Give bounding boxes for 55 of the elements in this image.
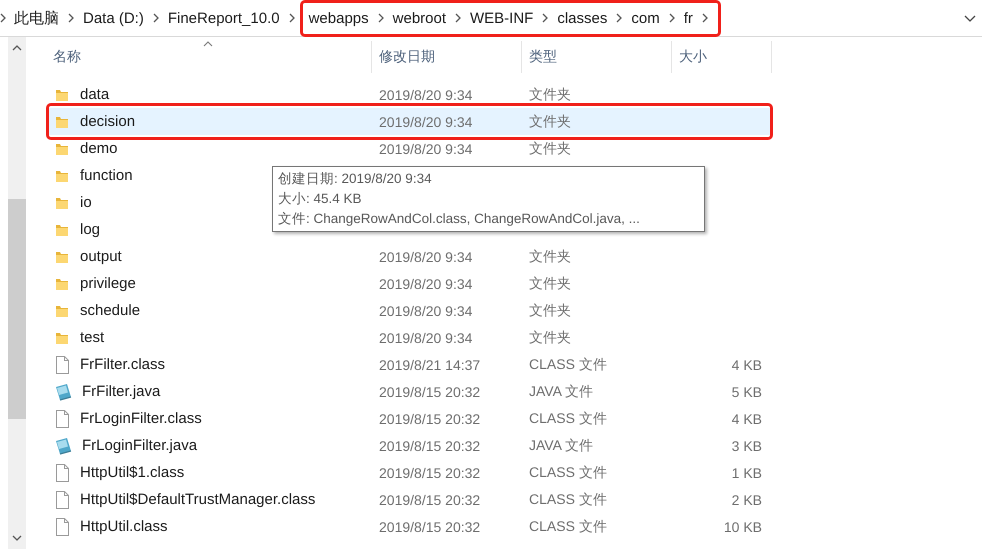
file-type: CLASS 文件: [529, 490, 607, 508]
file-type: 文件夹: [529, 302, 571, 320]
modified-date: 2019/8/20 9:34: [379, 140, 472, 156]
file-name: output: [80, 248, 122, 265]
modified-date: 2019/8/20 9:34: [379, 330, 472, 346]
tooltip-line: 文件: ChangeRowAndCol.class, ChangeRowAndCol.java, ...: [278, 210, 641, 228]
file-type: 文件夹: [529, 248, 571, 266]
file-size: 1 KB: [732, 464, 762, 480]
file-type: 文件夹: [529, 86, 571, 104]
file-name: FrLoginFilter.java: [82, 437, 198, 454]
modified-date: 2019/8/21 14:37: [379, 356, 480, 372]
file-name: FrFilter.java: [82, 383, 160, 400]
file-size: 10 KB: [724, 518, 762, 534]
file-size: 3 KB: [732, 438, 762, 454]
file-type: CLASS 文件: [529, 518, 607, 536]
file-type: CLASS 文件: [529, 464, 607, 482]
file-name: privilege: [80, 275, 136, 292]
file-size: 4 KB: [732, 410, 762, 426]
file-size: 5 KB: [732, 384, 762, 400]
tooltip-line: 大小: 45.4 KB: [278, 190, 363, 208]
modified-date: 2019/8/15 20:32: [379, 384, 480, 400]
file-name: FrLoginFilter.class: [80, 410, 202, 427]
file-name: log: [80, 221, 100, 238]
file-type: 文件夹: [529, 328, 571, 346]
file-type: 文件夹: [529, 140, 571, 158]
file-size: 4 KB: [732, 356, 762, 372]
file-type: JAVA 文件: [529, 436, 594, 454]
file-type: 文件夹: [529, 112, 571, 130]
modified-date: 2019/8/15 20:32: [379, 438, 480, 454]
file-size: 2 KB: [732, 492, 762, 508]
file-name: demo: [80, 140, 118, 157]
modified-date: 2019/8/15 20:32: [379, 464, 480, 480]
file-name: schedule: [80, 302, 140, 319]
modified-date: 2019/8/20 9:34: [379, 302, 472, 318]
file-name: data: [80, 86, 110, 103]
file-name: FrFilter.class: [80, 356, 166, 373]
file-name: test: [80, 329, 104, 346]
modified-date: 2019/8/15 20:32: [379, 492, 480, 508]
file-type: CLASS 文件: [529, 410, 607, 428]
file-type: JAVA 文件: [529, 382, 594, 400]
modified-date: 2019/8/20 9:34: [379, 248, 472, 264]
file-name: decision: [80, 113, 136, 130]
file-type: 文件夹: [529, 274, 571, 292]
modified-date: 2019/8/15 20:32: [379, 410, 480, 426]
modified-date: 2019/8/20 9:34: [379, 114, 472, 130]
modified-date: 2019/8/20 9:34: [379, 276, 472, 292]
modified-date: 2019/8/20 9:34: [379, 86, 472, 102]
file-name: HttpUtil$1.class: [80, 464, 184, 481]
modified-date: 2019/8/15 20:32: [379, 518, 480, 534]
file-name: HttpUtil.class: [80, 518, 168, 535]
file-name: HttpUtil$DefaultTrustManager.class: [80, 491, 316, 508]
file-name: io: [80, 194, 92, 211]
file-type: CLASS 文件: [529, 356, 607, 374]
file-name: function: [80, 167, 133, 184]
tooltip-line: 创建日期: 2019/8/20 9:34: [278, 170, 433, 188]
